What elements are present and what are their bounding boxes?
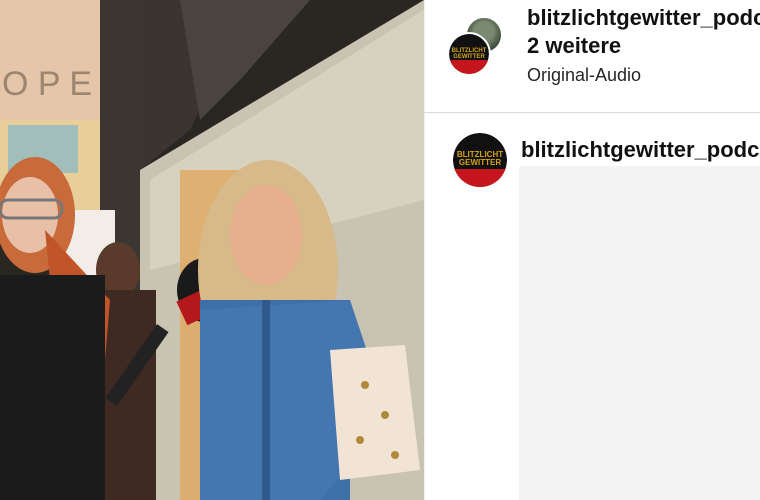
svg-text:GEWITTER: GEWITTER — [459, 158, 501, 167]
author-avatar-icon[interactable]: BLITZLICHT GEWITTER — [447, 32, 491, 76]
reel-video-frame[interactable]: O P E — [0, 0, 424, 500]
collaborators-link[interactable]: 2 weitere — [527, 32, 760, 60]
caption-section: BLITZLICHT GEWITTER blitzlichtgewitter_p… — [424, 113, 760, 500]
caption-body-area — [519, 166, 760, 500]
post-header: BLITZLICHT GEWITTER blitzlichtgewitter_p… — [424, 0, 760, 113]
caption-username-link[interactable]: blitzlichtgewitter_podc — [521, 137, 759, 163]
caption-avatar-icon[interactable]: BLITZLICHT GEWITTER — [453, 133, 507, 187]
svg-text:O P E: O P E — [2, 65, 92, 103]
author-username-link[interactable]: blitzlichtgewitter_podc — [527, 4, 760, 32]
audio-link[interactable]: Original-Audio — [527, 62, 760, 88]
svg-text:GEWITTER: GEWITTER — [453, 54, 485, 60]
video-still-image: O P E — [0, 0, 424, 500]
collab-avatar-stack[interactable]: BLITZLICHT GEWITTER — [447, 16, 507, 76]
